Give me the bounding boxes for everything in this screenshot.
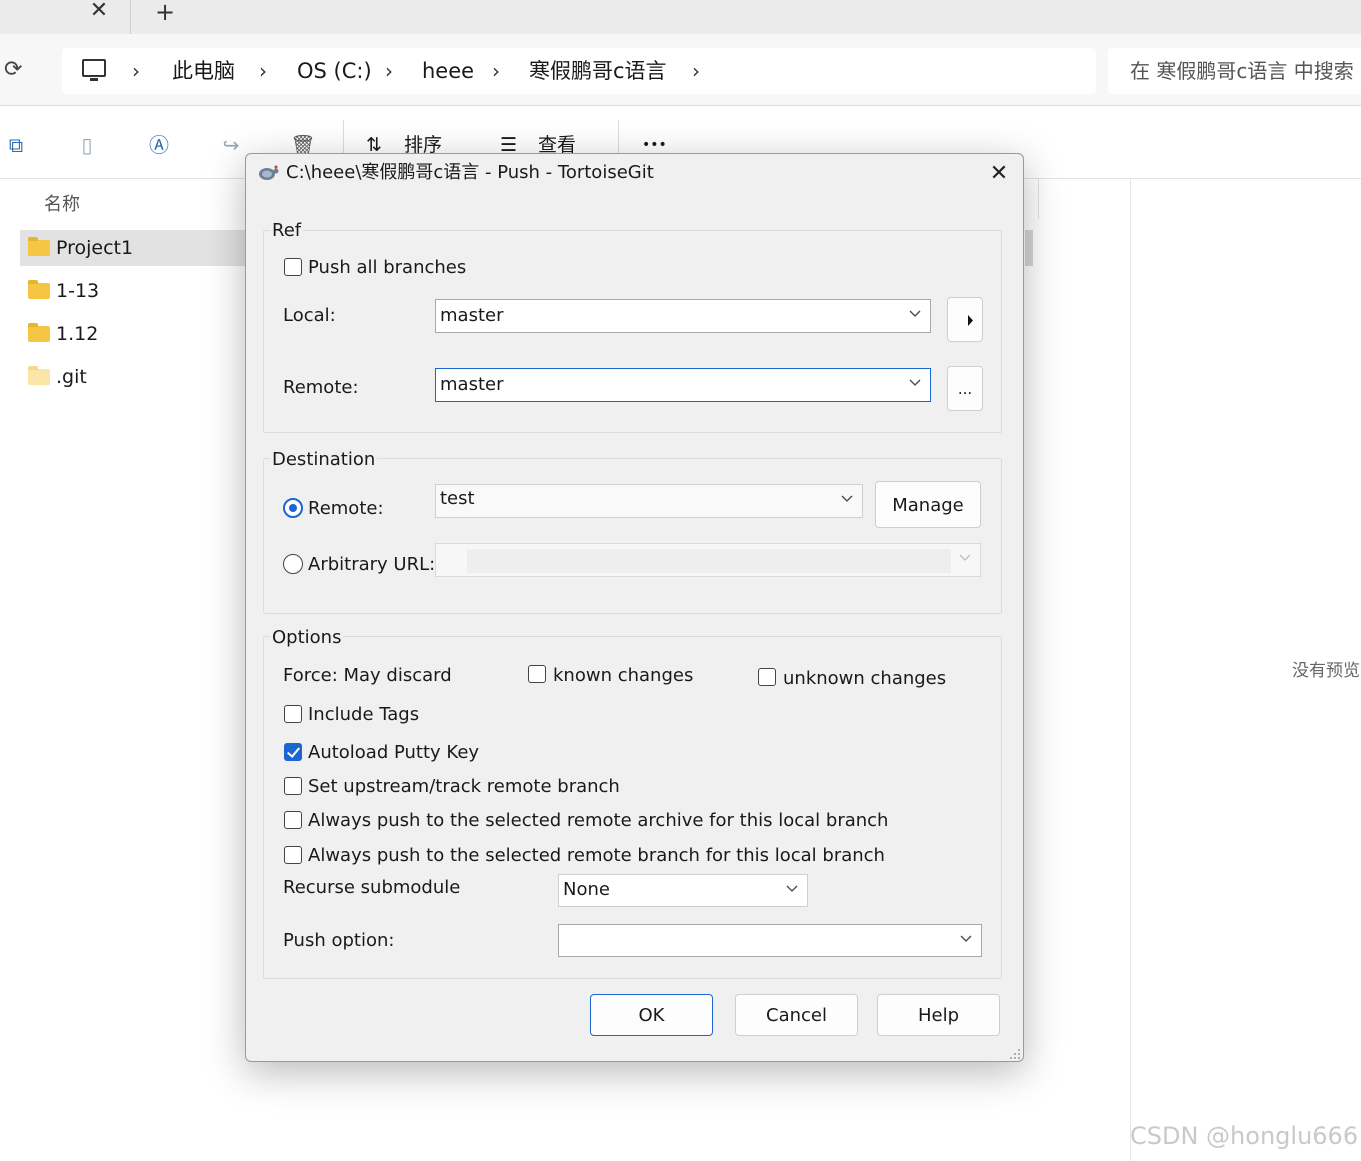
file-name: .git xyxy=(56,366,87,388)
always-push-branch-label[interactable]: Always push to the selected remote branc… xyxy=(308,844,885,868)
new-tab-button[interactable]: + xyxy=(150,0,180,26)
file-name: 1.12 xyxy=(56,323,99,345)
arbitrary-url-input[interactable] xyxy=(467,549,951,573)
chevron-down-icon[interactable] xyxy=(840,491,854,505)
resize-grip-icon[interactable] xyxy=(1008,1046,1022,1060)
push-option-label: Push option: xyxy=(283,930,395,951)
refresh-icon[interactable]: ⟳ xyxy=(4,58,28,82)
arbitrary-url-select[interactable] xyxy=(435,543,981,577)
remote-branch-label: Remote: xyxy=(283,377,359,398)
computer-icon[interactable] xyxy=(82,59,106,81)
push-all-branches-label[interactable]: Push all branches xyxy=(308,256,466,280)
file-row[interactable]: 1.12 xyxy=(20,316,250,352)
breadcrumb-this-pc[interactable]: 此电脑 xyxy=(172,56,235,86)
chevron-right-icon[interactable]: › xyxy=(132,56,140,86)
tortoisegit-icon xyxy=(257,164,279,182)
remote-branch-value: master xyxy=(440,374,504,395)
force-label: Force: May discard xyxy=(283,665,452,686)
set-upstream-label[interactable]: Set upstream/track remote branch xyxy=(308,775,620,799)
folder-icon xyxy=(28,237,50,256)
chevron-right-icon[interactable]: › xyxy=(385,56,393,86)
hidden-folder-icon xyxy=(28,366,50,385)
triangle-right-icon xyxy=(968,315,973,326)
breadcrumb-os-c[interactable]: OS (C:) xyxy=(297,56,372,86)
local-branch-value: master xyxy=(440,305,504,326)
tab-bar xyxy=(0,0,1361,34)
ref-group-title: Ref xyxy=(270,220,304,242)
destination-group-title: Destination xyxy=(270,449,378,471)
chevron-down-icon[interactable] xyxy=(908,375,922,389)
arbitrary-url-radio[interactable] xyxy=(283,554,303,574)
remote-select[interactable]: test xyxy=(435,484,863,518)
paste-icon[interactable]: ▯ xyxy=(74,132,100,158)
manage-button[interactable]: Manage xyxy=(875,481,981,528)
chevron-down-icon[interactable] xyxy=(959,931,973,945)
remote-radio[interactable] xyxy=(283,498,303,518)
recurse-submodule-value: None xyxy=(563,879,610,900)
autoload-putty-key-label[interactable]: Autoload Putty Key xyxy=(308,741,479,765)
chevron-down-icon[interactable] xyxy=(785,881,799,895)
file-name: 1-13 xyxy=(56,280,100,302)
share-icon[interactable]: ↪ xyxy=(218,132,244,158)
browse-remote-branch-button[interactable]: ... xyxy=(947,366,983,411)
file-name: Project1 xyxy=(56,237,134,259)
remote-branch-select[interactable]: master xyxy=(435,368,931,402)
scrollbar-thumb[interactable] xyxy=(1025,230,1033,266)
include-tags-checkbox[interactable] xyxy=(284,705,302,723)
always-push-archive-checkbox[interactable] xyxy=(284,811,302,829)
remote-value: test xyxy=(440,488,475,509)
preview-pane-divider xyxy=(1130,179,1131,1161)
file-row[interactable]: 1-13 xyxy=(20,273,250,309)
chevron-down-icon[interactable] xyxy=(958,550,972,564)
push-all-branches-checkbox[interactable] xyxy=(284,258,302,276)
unknown-changes-checkbox[interactable] xyxy=(758,668,776,686)
close-tab-icon[interactable]: ✕ xyxy=(82,0,116,26)
help-button[interactable]: Help xyxy=(877,994,1000,1036)
search-placeholder: 在 寒假鹏哥c语言 中搜索 xyxy=(1130,59,1354,83)
options-group-title: Options xyxy=(270,627,344,649)
known-changes-label[interactable]: known changes xyxy=(553,664,693,688)
known-changes-checkbox[interactable] xyxy=(528,665,546,683)
file-row[interactable]: Project1 xyxy=(20,230,250,266)
ok-button[interactable]: OK xyxy=(590,994,713,1036)
set-upstream-checkbox[interactable] xyxy=(284,777,302,795)
breadcrumb-heee[interactable]: heee xyxy=(422,56,474,86)
copy-icon[interactable]: ⧉ xyxy=(3,132,29,158)
always-push-branch-checkbox[interactable] xyxy=(284,846,302,864)
push-option-select[interactable] xyxy=(558,924,982,957)
recurse-submodule-select[interactable]: None xyxy=(558,874,808,907)
file-row[interactable]: .git xyxy=(20,359,250,395)
chevron-right-icon[interactable]: › xyxy=(259,56,267,86)
chevron-right-icon[interactable]: › xyxy=(492,56,500,86)
dialog-title: C:\heee\寒假鹏哥c语言 - Push - TortoiseGit xyxy=(286,162,654,183)
breadcrumb-current-folder[interactable]: 寒假鹏哥c语言 xyxy=(529,56,667,86)
rename-icon[interactable]: Ⓐ xyxy=(146,132,172,158)
tab-divider xyxy=(130,0,131,34)
watermark: CSDN @honglu666 xyxy=(1130,1122,1359,1150)
remote-radio-label[interactable]: Remote: xyxy=(308,497,384,521)
unknown-changes-label[interactable]: unknown changes xyxy=(783,667,946,691)
cancel-button[interactable]: Cancel xyxy=(735,994,858,1036)
arbitrary-url-label[interactable]: Arbitrary URL: xyxy=(308,553,435,577)
autoload-putty-key-checkbox[interactable] xyxy=(284,743,302,761)
chevron-down-icon[interactable] xyxy=(908,306,922,320)
folder-icon xyxy=(28,280,50,299)
preview-pane-message: 没有预览 xyxy=(1292,661,1360,681)
always-push-archive-label[interactable]: Always push to the selected remote archi… xyxy=(308,809,888,833)
chevron-right-icon[interactable]: › xyxy=(692,56,700,86)
recurse-submodule-label: Recurse submodule xyxy=(283,877,461,898)
local-label: Local: xyxy=(283,305,336,326)
column-header-name[interactable]: 名称 xyxy=(44,190,80,216)
show-log-button[interactable] xyxy=(947,297,983,342)
close-icon[interactable]: ✕ xyxy=(982,158,1016,190)
column-divider[interactable] xyxy=(1038,179,1039,219)
folder-icon xyxy=(28,323,50,342)
include-tags-label[interactable]: Include Tags xyxy=(308,703,419,727)
local-branch-select[interactable]: master xyxy=(435,299,931,333)
